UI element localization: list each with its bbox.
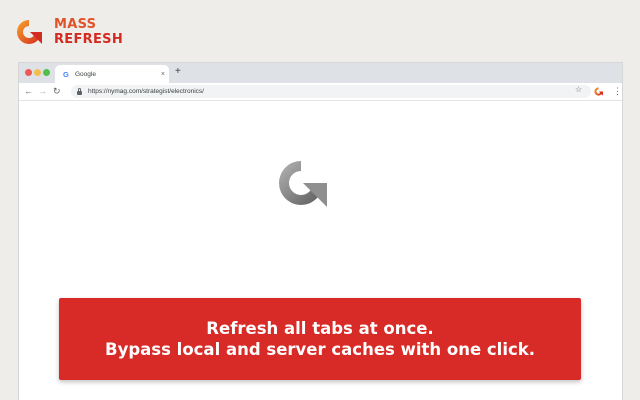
- url-text[interactable]: https://nymag.com/strategist/electronics…: [88, 88, 204, 95]
- forward-button[interactable]: →: [38, 85, 47, 98]
- brand-header: MASS REFRESH: [13, 14, 123, 50]
- new-tab-button[interactable]: +: [175, 66, 181, 77]
- reload-button[interactable]: ↻: [53, 85, 61, 98]
- maximize-window-button[interactable]: [43, 69, 50, 76]
- bookmark-star-icon[interactable]: ☆: [575, 85, 582, 94]
- brand-name-line1: MASS: [54, 17, 97, 32]
- minimize-window-button[interactable]: [34, 69, 41, 76]
- tab-strip: G Google × +: [19, 63, 622, 83]
- browser-menu-icon[interactable]: ⋮: [613, 85, 622, 97]
- mass-refresh-logo-icon: [17, 20, 42, 44]
- banner-headline: Refresh all tabs at once.: [206, 319, 434, 338]
- close-window-button[interactable]: [25, 69, 32, 76]
- brand-name: MASS REFRESH: [54, 17, 123, 47]
- address-bar[interactable]: https://nymag.com/strategist/electronics…: [71, 85, 591, 98]
- promo-banner: Refresh all tabs at once. Bypass local a…: [59, 298, 581, 380]
- close-tab-icon[interactable]: ×: [161, 71, 165, 78]
- brand-name-line2: REFRESH: [54, 32, 124, 47]
- banner-subline: Bypass local and server caches with one …: [105, 340, 535, 359]
- mass-refresh-extension-icon[interactable]: [593, 86, 604, 97]
- tab-google[interactable]: G Google ×: [55, 65, 169, 83]
- refresh-arrow-icon: [279, 161, 327, 207]
- browser-toolbar: ← → ↻ https://nymag.com/strategist/elect…: [19, 83, 622, 101]
- google-favicon-icon: G: [63, 69, 69, 79]
- tab-title: Google: [75, 70, 96, 78]
- lock-icon: [77, 87, 82, 95]
- back-button[interactable]: ←: [24, 85, 33, 98]
